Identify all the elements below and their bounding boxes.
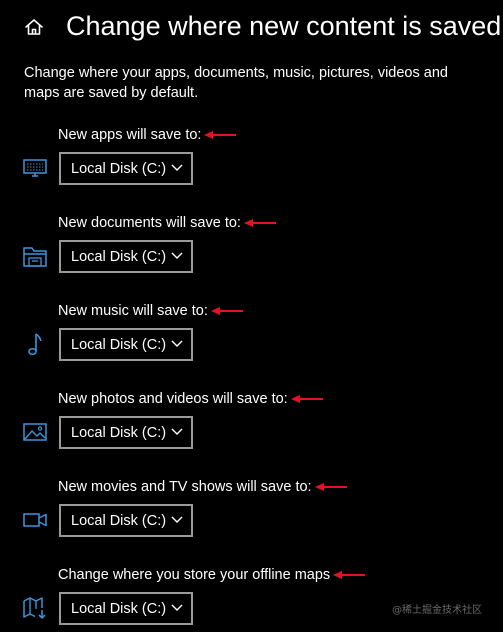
setting-label-text: New apps will save to: [58, 127, 202, 143]
chevron-down-icon [171, 428, 183, 435]
setting-label-text: New photos and videos will save to: [58, 391, 288, 407]
chevron-down-icon [171, 164, 183, 171]
setting-label: New apps will save to: [58, 125, 237, 145]
chevron-down-icon [171, 252, 183, 259]
setting-label: New documents will save to: [58, 213, 277, 233]
dropdown-value: Local Disk (C:) [71, 249, 167, 265]
arrow-annotation-icon [204, 131, 237, 140]
folder-icon [23, 247, 47, 267]
setting-label: New music will save to: [58, 301, 244, 321]
map-icon [23, 597, 46, 619]
arrow-annotation-icon [210, 307, 243, 316]
dropdown-value: Local Disk (C:) [71, 601, 167, 617]
documents-location-dropdown[interactable]: Local Disk (C:) [59, 240, 193, 273]
chevron-down-icon [171, 604, 183, 611]
offline-maps-location-dropdown[interactable]: Local Disk (C:) [59, 592, 193, 625]
arrow-annotation-icon [243, 219, 276, 228]
monitor-icon [23, 159, 47, 177]
setting-label: New movies and TV shows will save to: [58, 477, 348, 497]
music-location-dropdown[interactable]: Local Disk (C:) [59, 328, 193, 361]
setting-label-text: New documents will save to: [58, 215, 241, 231]
home-icon[interactable] [24, 17, 44, 37]
video-camera-icon [23, 513, 47, 527]
movies-tv-location-dropdown[interactable]: Local Disk (C:) [59, 504, 193, 537]
arrow-annotation-icon [290, 395, 323, 404]
music-note-icon [28, 333, 42, 356]
setting-label-text: Change where you store your offline maps [58, 567, 331, 583]
image-icon [23, 423, 47, 441]
dropdown-value: Local Disk (C:) [71, 337, 167, 353]
apps-location-dropdown[interactable]: Local Disk (C:) [59, 152, 193, 185]
page-header: Change where new content is saved [0, 0, 503, 52]
chevron-down-icon [171, 516, 183, 523]
page-description: Change where your apps, documents, music… [24, 65, 448, 101]
chevron-down-icon [171, 340, 183, 347]
dropdown-value: Local Disk (C:) [71, 161, 167, 177]
dropdown-value: Local Disk (C:) [71, 425, 167, 441]
watermark: @稀土掘金技术社区 [392, 605, 482, 616]
setting-label-text: New music will save to: [58, 303, 208, 319]
setting-label-text: New movies and TV shows will save to: [58, 479, 312, 495]
dropdown-value: Local Disk (C:) [71, 513, 167, 529]
photos-videos-location-dropdown[interactable]: Local Disk (C:) [59, 416, 193, 449]
setting-label: Change where you store your offline maps [58, 565, 366, 585]
arrow-annotation-icon [314, 483, 347, 492]
arrow-annotation-icon [333, 571, 366, 580]
setting-label: New photos and videos will save to: [58, 389, 324, 409]
page-title: Change where new content is saved [66, 11, 502, 41]
